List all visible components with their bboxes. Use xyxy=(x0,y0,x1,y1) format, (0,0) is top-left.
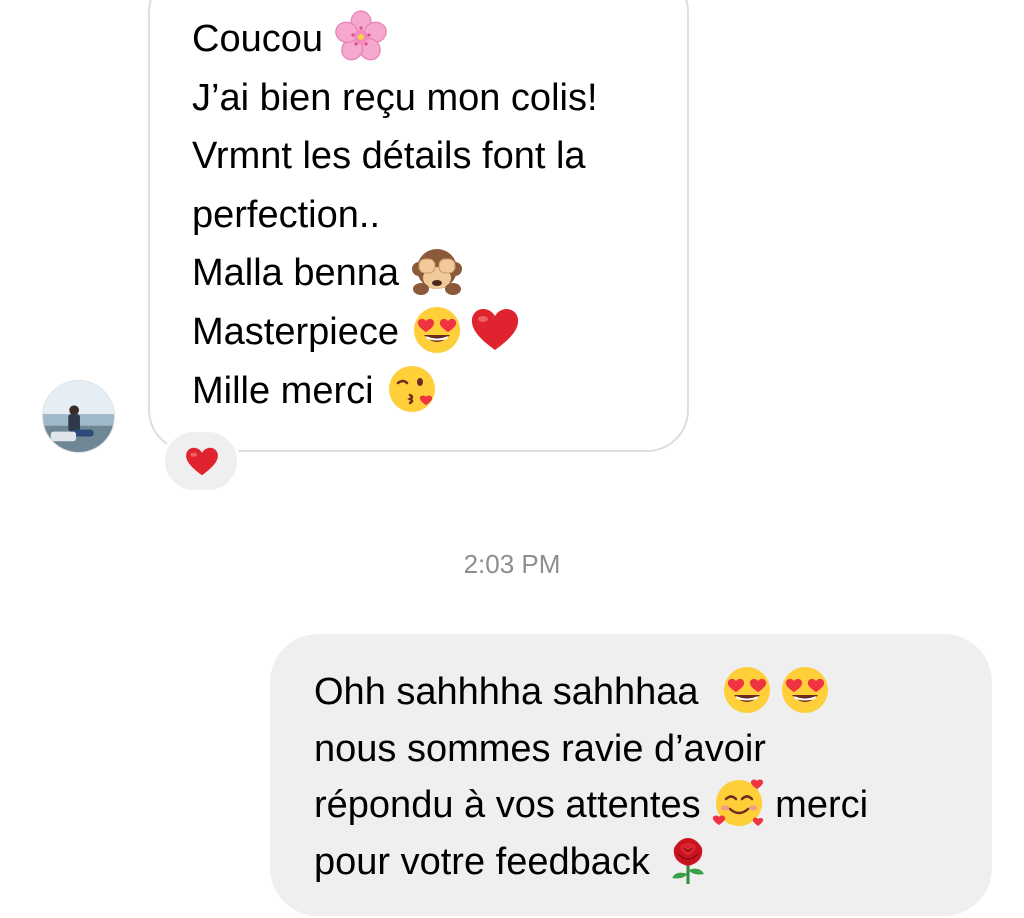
message-line: J’ai bien reçu mon colis! xyxy=(192,76,598,119)
rose-emoji xyxy=(662,834,714,886)
message-timestamp: 2:03 PM xyxy=(463,549,561,579)
incoming-message-text: Coucou J’ai bien reçu mon colis! Vrmnt l… xyxy=(192,10,598,420)
message-line: répondu à vos attentes merci xyxy=(314,777,868,834)
see-no-evil-monkey-emoji xyxy=(411,245,463,297)
message-line: Malla benna xyxy=(192,244,598,303)
message-line: Masterpiece xyxy=(192,303,598,362)
heart-eyes-emoji xyxy=(779,664,831,716)
heart-eyes-emoji xyxy=(721,664,773,716)
message-line: pour votre feedback xyxy=(314,834,868,891)
kissing-face-emoji xyxy=(386,363,438,415)
sender-avatar[interactable] xyxy=(42,380,115,453)
smiling-face-with-hearts-emoji xyxy=(712,777,765,829)
outgoing-message-bubble[interactable]: Ohh sahhhha sahhhaa nous sommes ravie d’… xyxy=(270,634,992,916)
incoming-message-bubble[interactable]: Coucou J’ai bien reçu mon colis! Vrmnt l… xyxy=(148,0,689,452)
cherry-blossom-emoji xyxy=(335,10,387,63)
message-line: Vrmnt les détails font la xyxy=(192,135,586,178)
message-line: Mille merci xyxy=(192,362,598,421)
message-line: nous sommes ravie d’avoir xyxy=(314,727,766,770)
heart-eyes-emoji xyxy=(411,304,463,356)
message-line: perfection.. xyxy=(192,193,380,236)
message-line: Ohh sahhhha sahhhaa xyxy=(314,664,868,721)
reaction-badge[interactable] xyxy=(162,429,240,493)
message-line: Coucou xyxy=(192,10,598,69)
red-heart-emoji xyxy=(469,304,521,356)
red-heart-icon xyxy=(186,447,218,476)
outgoing-message-text: Ohh sahhhha sahhhaa nous sommes ravie d’… xyxy=(314,664,868,890)
